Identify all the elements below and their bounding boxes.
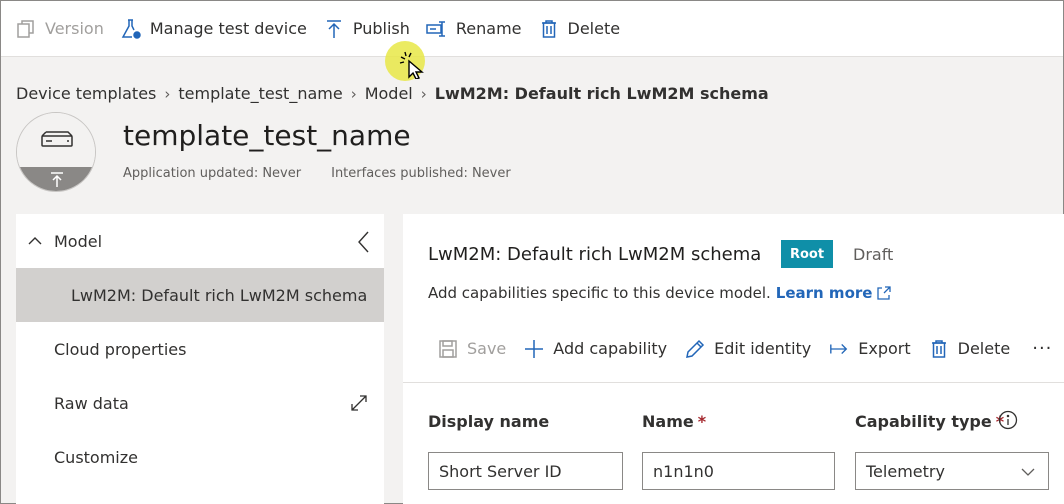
page-title: template_test_name: [123, 119, 411, 152]
interfaces-published: Interfaces published: Never: [331, 166, 511, 181]
left-nav: Model LwM2M: Default rich LwM2M schema C…: [16, 214, 384, 504]
collapse-nav-chevron-left-icon[interactable]: [356, 230, 372, 254]
publish-icon: [323, 18, 345, 40]
toolbar-divider: [403, 382, 1064, 383]
schema-title: LwM2M: Default rich LwM2M schema: [428, 244, 762, 265]
plus-icon: [524, 339, 544, 359]
copy-icon: [15, 18, 37, 40]
export-button[interactable]: Export: [829, 339, 911, 359]
save-label: Save: [467, 339, 507, 358]
capability-type-select[interactable]: Telemetry: [855, 452, 1049, 490]
breadcrumb-current: LwM2M: Default rich LwM2M schema: [434, 84, 769, 103]
name-input[interactable]: n1n1n0: [642, 452, 835, 490]
learn-more-link[interactable]: Learn more: [776, 284, 873, 302]
upload-icon: [17, 167, 95, 191]
description-text: Add capabilities specific to this device…: [428, 284, 771, 302]
export-arrow-icon: [829, 339, 849, 359]
breadcrumb-model[interactable]: Model: [365, 84, 413, 103]
nav-item-raw-data[interactable]: Raw data: [16, 376, 384, 430]
edit-identity-button[interactable]: Edit identity: [685, 339, 811, 359]
chevron-down-icon: [1020, 464, 1036, 480]
delete-schema-button[interactable]: Delete: [929, 339, 1011, 359]
display-name-label: Display name: [428, 412, 550, 431]
flask-icon: [120, 18, 142, 40]
main-panel: LwM2M: Default rich LwM2M schema Root Dr…: [403, 214, 1064, 504]
external-link-icon: [876, 285, 892, 301]
edit-identity-label: Edit identity: [714, 339, 812, 358]
more-options-icon[interactable]: ···: [1032, 338, 1052, 359]
nav-model-label: Model: [54, 231, 103, 251]
save-icon: [438, 339, 458, 359]
chevron-right-icon: ›: [420, 84, 427, 103]
chevron-right-icon: ›: [350, 84, 357, 103]
trash-icon: [929, 339, 949, 359]
nav-item-label: Customize: [54, 447, 138, 467]
nav-model-toggle[interactable]: Model: [16, 214, 384, 268]
delete-button[interactable]: Delete: [534, 1, 633, 57]
version-button[interactable]: Version: [11, 1, 116, 57]
device-avatar: [16, 112, 96, 192]
nav-item-cloud-properties[interactable]: Cloud properties: [16, 322, 384, 376]
delete-label: Delete: [567, 19, 621, 38]
schema-toolbar: Save Add capability Edit identity Export…: [438, 338, 1064, 359]
nav-item-label: Raw data: [54, 393, 129, 413]
manage-test-device-button[interactable]: Manage test device: [116, 1, 319, 57]
pencil-icon: [685, 339, 705, 359]
breadcrumb: Device templates › template_test_name › …: [16, 84, 769, 103]
rename-button[interactable]: Rename: [422, 1, 534, 57]
chevron-right-icon: ›: [164, 84, 171, 103]
delete-schema-label: Delete: [957, 339, 1011, 358]
save-button[interactable]: Save: [438, 339, 506, 359]
nav-item-label: LwM2M: Default rich LwM2M schema: [71, 285, 368, 305]
breadcrumb-device-templates[interactable]: Device templates: [16, 84, 156, 103]
mouse-cursor-icon: [399, 51, 427, 83]
expand-icon[interactable]: [350, 394, 368, 412]
application-updated: Application updated: Never: [123, 166, 302, 181]
trash-icon: [538, 18, 560, 40]
name-label: Name *: [642, 412, 707, 431]
breadcrumb-template[interactable]: template_test_name: [178, 84, 342, 103]
rename-label: Rename: [455, 19, 522, 38]
rename-icon: [426, 18, 448, 40]
version-label: Version: [45, 19, 104, 38]
nav-item-customize[interactable]: Customize: [16, 430, 384, 484]
root-badge: Root: [781, 240, 833, 268]
header-meta: Application updated: Never Interfaces pu…: [123, 166, 511, 181]
schema-description: Add capabilities specific to this device…: [428, 284, 892, 302]
nav-item-label: Cloud properties: [54, 339, 187, 359]
info-icon[interactable]: [998, 410, 1018, 430]
chevron-up-icon: [26, 232, 44, 250]
device-icon: [17, 113, 95, 167]
capability-type-label: Capability type *: [855, 412, 1005, 431]
draft-status: Draft: [853, 245, 894, 264]
manage-test-device-label: Manage test device: [149, 19, 307, 38]
add-capability-button[interactable]: Add capability: [524, 339, 667, 359]
required-mark: *: [697, 412, 707, 431]
add-capability-label: Add capability: [553, 339, 668, 358]
nav-item-schema[interactable]: LwM2M: Default rich LwM2M schema: [16, 268, 384, 322]
export-label: Export: [858, 339, 911, 358]
display-name-input[interactable]: Short Server ID: [428, 452, 623, 490]
publish-label: Publish: [352, 19, 410, 38]
command-bar: Version Manage test device Publish Renam…: [1, 1, 1063, 57]
